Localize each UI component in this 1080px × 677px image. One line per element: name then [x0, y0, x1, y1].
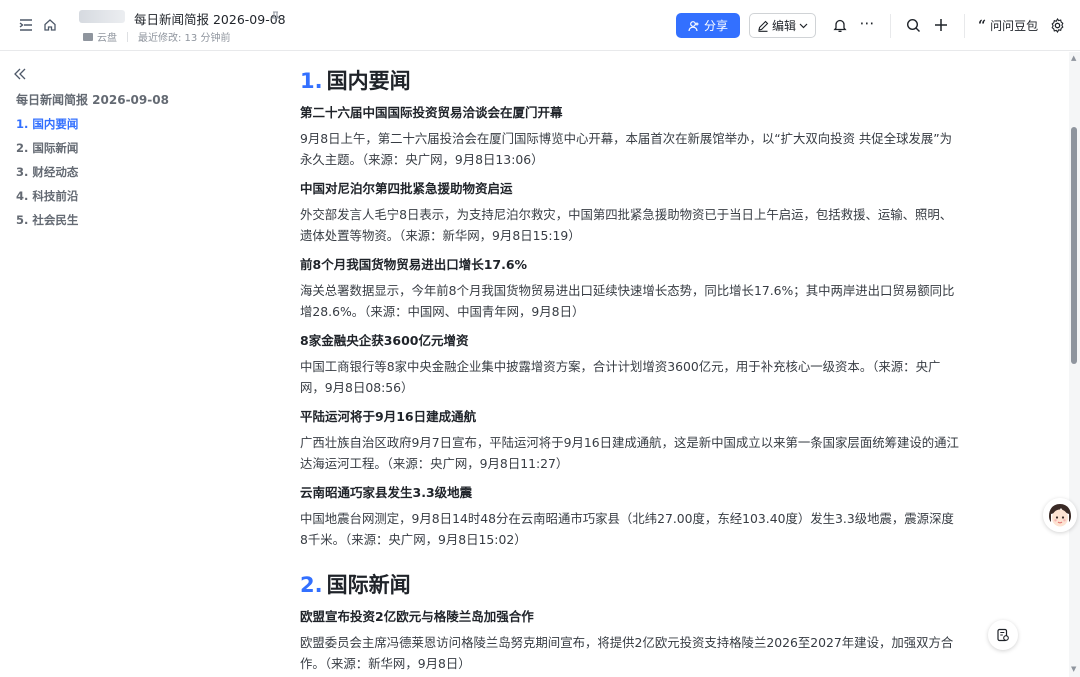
toc-item-domestic[interactable]: 1. 国内要闻 [16, 116, 78, 132]
section-title: 国内要闻 [326, 69, 411, 93]
home-icon[interactable] [41, 16, 59, 34]
article-title: 第二十六届中国国际投资贸易洽谈会在厦门开幕 [300, 105, 563, 120]
share-user-icon [688, 20, 699, 31]
doc-title[interactable]: 每日新闻简报 2026-09-08 [134, 9, 286, 28]
article-title: 前8个月我国货物贸易进出口增长17.6% [300, 257, 528, 272]
section-title: 国际新闻 [326, 573, 411, 597]
edit-label: 编辑 [771, 19, 796, 33]
doc-meta: 云盘 最近修改: 13 分钟前 [83, 29, 230, 44]
floating-doc-button[interactable] [988, 620, 1018, 650]
article-body: 中国地震台网测定，9月8日14时48分在云南昭通市巧家县（北纬27.00度，东经… [300, 511, 954, 547]
plus-icon[interactable] [932, 16, 950, 34]
article-body: 海关总署数据显示，今年前8个月我国货物贸易进出口延续快速增长态势，同比增长17.… [300, 283, 955, 319]
edit-button[interactable]: 编辑 [749, 13, 816, 38]
toc-title[interactable]: 每日新闻简报 2026-09-08 [16, 91, 169, 108]
scroll-down-icon[interactable]: ▼ [1071, 665, 1076, 673]
ask-ai-button[interactable]: “ 问问豆包 [978, 17, 1038, 34]
scroll-up-icon[interactable]: ▲ [1071, 54, 1076, 62]
scrollbar-thumb[interactable] [1071, 127, 1077, 364]
toc-item-international[interactable]: 2. 国际新闻 [16, 140, 78, 156]
bell-icon[interactable] [831, 16, 849, 34]
article-body: 外交部发言人毛宁8日表示，为支持尼泊尔救灾，中国第四批紧急援助物资已于当日上午启… [300, 207, 953, 243]
more-icon[interactable]: ⋯ [858, 14, 876, 32]
meta-divider [127, 31, 128, 42]
toc-item-society[interactable]: 5. 社会民生 [16, 212, 78, 228]
article-title: 欧盟宣布投资2亿欧元与格陵兰岛加强合作 [300, 609, 534, 624]
assistant-avatar[interactable] [1043, 498, 1077, 532]
share-button[interactable]: 分享 [676, 13, 740, 38]
article-body: 中国工商银行等8家中央金融企业集中披露增资方案，合计计划增资3600亿元，用于补… [300, 359, 941, 395]
pin-icon[interactable] [270, 11, 281, 26]
folder-icon [83, 32, 93, 41]
doc-thumbnail [79, 10, 125, 23]
article-body: 欧盟委员会主席冯德莱恩访问格陵兰岛努克期间宣布，将提供2亿欧元投资支持格陵兰20… [300, 635, 954, 671]
chevron-down-icon [799, 23, 808, 28]
assistant-face-icon [1043, 498, 1077, 532]
section-heading: 1. 国内要闻 [300, 66, 960, 96]
section-number: 1. [300, 69, 323, 93]
settings-gear-icon[interactable] [1048, 16, 1066, 34]
document-body[interactable]: 1. 国内要闻 第二十六届中国国际投资贸易洽谈会在厦门开幕 9月8日上午，第二十六… [300, 66, 960, 674]
toc-item-tech[interactable]: 4. 科技前沿 [16, 188, 78, 204]
toolbar-divider [964, 14, 965, 38]
search-icon[interactable] [904, 16, 922, 34]
last-modified: 最近修改: 13 分钟前 [138, 33, 231, 44]
top-bar: 每日新闻简报 2026-09-08 云盘 最近修改: 13 分钟前 分享 编辑 … [0, 0, 1080, 51]
article-title: 中国对尼泊尔第四批紧急援助物资启运 [300, 181, 513, 196]
article-title: 平陆运河将于9月16日建成通航 [300, 409, 477, 424]
doc-settings-icon [997, 628, 1009, 642]
section-number: 2. [300, 573, 323, 597]
article-body: 9月8日上午，第二十六届投洽会在厦门国际博览中心开幕，本届首次在新展馆举办，以“… [300, 131, 953, 167]
collapse-sidebar-icon[interactable] [13, 66, 27, 84]
section-heading: 2. 国际新闻 [300, 570, 960, 600]
article-title: 8家金融央企获3600亿元增资 [300, 333, 469, 348]
ask-ai-label: 问问豆包 [990, 19, 1039, 33]
menu-icon[interactable] [17, 16, 35, 34]
quote-icon: “ [978, 17, 987, 34]
toolbar-divider [890, 14, 891, 38]
doc-location[interactable]: 云盘 [97, 29, 117, 44]
toc-item-finance[interactable]: 3. 财经动态 [16, 164, 78, 180]
article-body: 广西壮族自治区政府9月7日宣布，平陆运河将于9月16日建成通航，这是新中国成立以… [300, 435, 959, 471]
share-label: 分享 [703, 19, 728, 33]
pencil-icon [758, 20, 769, 32]
article-title: 云南昭通巧家县发生3.3级地震 [300, 485, 473, 500]
